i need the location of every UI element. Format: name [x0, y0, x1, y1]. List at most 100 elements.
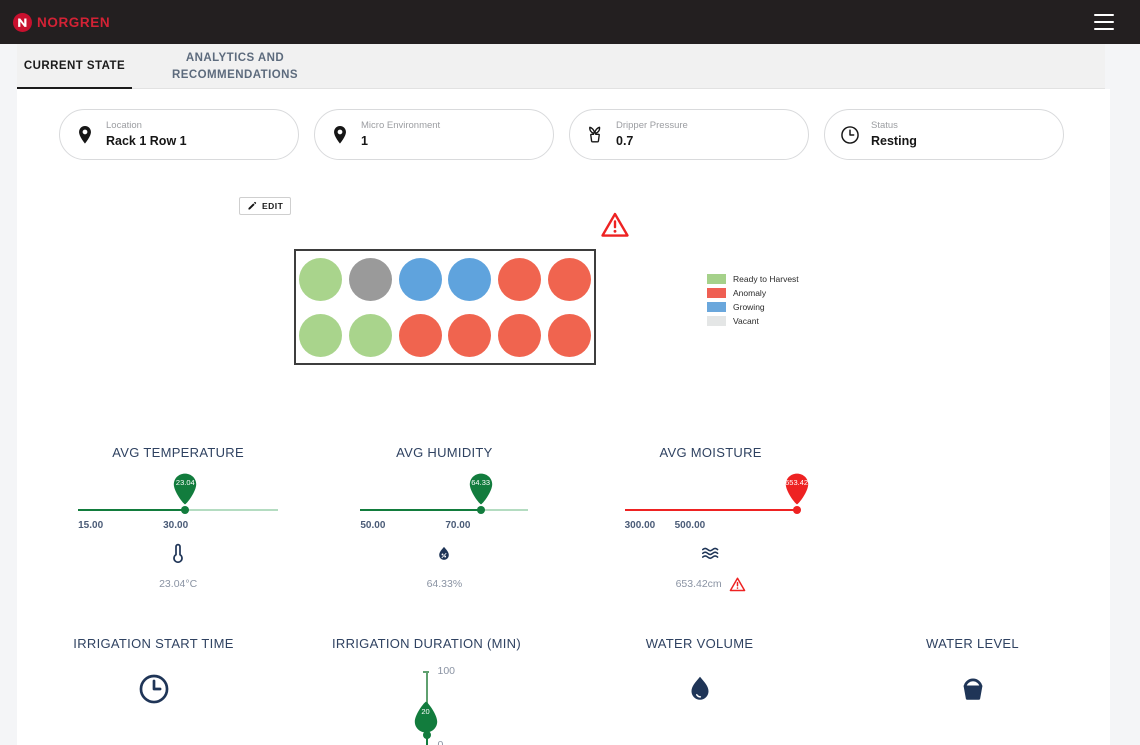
metric-title: AVG MOISTURE [659, 445, 762, 460]
metric-title: WATER VOLUME [645, 636, 754, 651]
gauge-scale: 300.00 500.00 [625, 520, 797, 534]
rack-pod-growing[interactable] [448, 257, 492, 301]
info-card-label: Location [106, 119, 142, 131]
hamburger-line [1094, 14, 1114, 16]
legend-label: Anomaly [733, 288, 767, 298]
app-root: NORGREN CURRENT STATE ANALYTICS AND RECO… [0, 0, 1140, 745]
gauge-track[interactable] [360, 506, 529, 514]
info-card-micro-environment[interactable]: Micro Environment 1 [314, 109, 554, 160]
gauge-handle[interactable] [181, 506, 190, 514]
metric-cell-temperature: AVG TEMPERATURE 23.04 15.00 30.00 23.04°… [45, 444, 311, 593]
moisture-gauge[interactable]: 653.42 300.00 500.00 [624, 473, 808, 541]
rack-pod-ready[interactable] [348, 313, 392, 357]
legend-label: Ready to Harvest [733, 274, 799, 284]
gauge-scale: 50.00 70.00 [360, 520, 528, 534]
clock-icon [839, 124, 861, 146]
metrics-section: AVG TEMPERATURE 23.04 15.00 30.00 23.04°… [17, 444, 1110, 745]
temperature-gauge[interactable]: 23.04 15.00 30.00 [78, 473, 279, 541]
gauge-pin-value: 64.33 [471, 478, 491, 487]
metric-title: AVG TEMPERATURE [112, 445, 244, 460]
hamburger-line [1094, 28, 1114, 30]
info-card-label: Status [871, 119, 898, 131]
rack-pod-growing[interactable] [398, 257, 442, 301]
gauge-min-label: 15.00 [78, 520, 104, 531]
seedling-plant-icon [584, 124, 606, 146]
info-card-location[interactable]: Location Rack 1 Row 1 [59, 109, 299, 160]
info-card-dripper-pressure[interactable]: Dripper Pressure 0.7 [569, 109, 809, 160]
location-pin-icon [329, 124, 351, 146]
rack-pod-anomaly[interactable] [547, 257, 591, 301]
metric-readout: 653.42cm [676, 575, 746, 593]
gauge-max-label: 500.00 [674, 520, 706, 531]
rack-pod-vacant[interactable] [348, 257, 392, 301]
gauge-min-label: 50.00 [360, 520, 386, 531]
legend-swatch [707, 288, 726, 298]
gauge-pin: 64.33 [468, 473, 494, 505]
pencil-icon [247, 201, 257, 211]
gauge-pin: 20 [413, 701, 439, 733]
brand-logo[interactable]: NORGREN [13, 12, 110, 32]
metric-cell-moisture: AVG MOISTURE 653.42 300.00 500.00 653.42… [578, 444, 844, 593]
gauge-track-fill [360, 509, 481, 511]
info-card-label: Dripper Pressure [616, 119, 688, 131]
metric-title: AVG HUMIDITY [396, 445, 493, 460]
top-bar: NORGREN [0, 0, 1140, 44]
info-card-value: 1 [361, 133, 368, 148]
gauge-pin: 23.04 [172, 473, 198, 505]
humidity-gauge[interactable]: 64.33 50.00 70.00 [360, 473, 529, 541]
humidity-droplet-icon [435, 541, 453, 567]
edit-button[interactable]: EDIT [239, 197, 292, 215]
metric-cell-irrigation-duration: IRRIGATION DURATION (MIN) 20 100 0 [290, 635, 563, 745]
norgren-n-mark-icon [13, 12, 32, 32]
rack-legend: Ready to Harvest Anomaly Growing Vacant [707, 272, 799, 328]
tab-current-state[interactable]: CURRENT STATE [17, 44, 132, 89]
legend-row: Vacant [707, 314, 799, 328]
info-card-label: Micro Environment [361, 119, 441, 131]
rack-pod-anomaly[interactable] [547, 313, 591, 357]
rack-pod-anomaly[interactable] [497, 313, 541, 357]
legend-row: Anomaly [707, 286, 799, 300]
water-drop-icon [685, 669, 715, 709]
gauge-scale: 15.00 30.00 [78, 520, 278, 534]
gauge-vertical-track-lower [425, 735, 428, 745]
info-card-value: Resting [871, 133, 917, 148]
legend-swatch [707, 316, 726, 326]
gauge-track[interactable] [78, 506, 279, 514]
irrigation-duration-gauge[interactable]: 20 100 0 [382, 659, 472, 745]
metric-readout-value: 23.04°C [159, 578, 198, 590]
gauge-track[interactable] [624, 506, 801, 514]
metric-readout-value: 64.33% [426, 578, 463, 590]
gauge-track-fill [78, 509, 186, 511]
rack-pod-ready[interactable] [299, 257, 343, 301]
info-card-status[interactable]: Status Resting [824, 109, 1064, 160]
metric-title: IRRIGATION START TIME [73, 636, 234, 651]
info-card-value: Rack 1 Row 1 [106, 133, 187, 148]
rack-pod-ready[interactable] [299, 313, 343, 357]
hamburger-menu-icon[interactable] [1094, 14, 1114, 30]
metric-cell-humidity: AVG HUMIDITY 64.33 50.00 70.00 64.33% [311, 444, 577, 593]
rack-pod-anomaly[interactable] [448, 313, 492, 357]
water-waves-icon [699, 541, 723, 567]
gauge-min-label: 0 [437, 739, 444, 745]
rack-grid [294, 249, 596, 365]
rack-pod-anomaly[interactable] [398, 313, 442, 357]
clock-icon [137, 669, 171, 709]
rack-pod-anomaly[interactable] [497, 257, 541, 301]
gauge-handle[interactable] [792, 506, 801, 514]
metric-readout: 64.33% [427, 575, 463, 593]
bucket-icon [958, 669, 988, 709]
tab-analytics-and-recommendations[interactable]: ANALYTICS AND RECOMMENDATIONS [165, 44, 305, 89]
legend-row: Growing [707, 300, 799, 314]
moisture-warning-triangle-icon[interactable] [729, 576, 746, 593]
thermometer-icon [166, 541, 190, 567]
gauge-track-fill [624, 509, 797, 511]
metric-readout-value: 653.42cm [675, 578, 722, 590]
gauge-handle[interactable] [476, 506, 485, 514]
hamburger-line [1094, 21, 1114, 23]
gauge-max-label: 30.00 [163, 520, 189, 531]
rack-warning-triangle-icon[interactable] [600, 210, 630, 245]
legend-row: Ready to Harvest [707, 272, 799, 286]
tab-bar: CURRENT STATE ANALYTICS AND RECOMMENDATI… [17, 44, 1105, 89]
gauge-pin-value: 23.04 [175, 478, 195, 487]
gauge-max-label: 100 [437, 665, 456, 677]
